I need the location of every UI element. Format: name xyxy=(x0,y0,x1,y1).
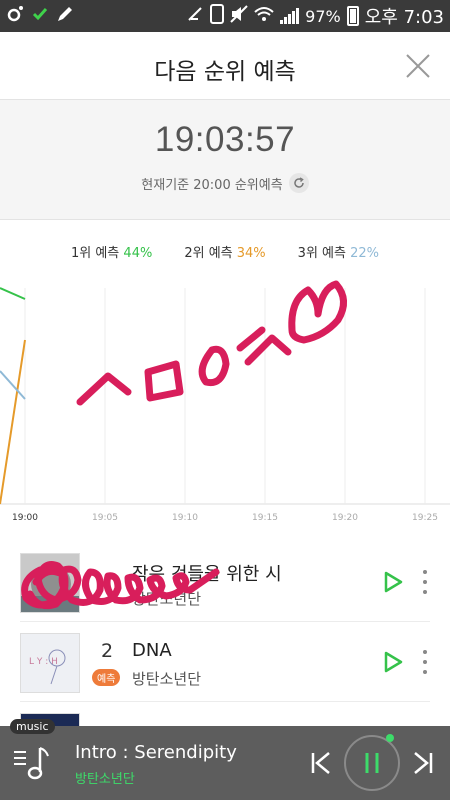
legend-item-3: 3위 예측 22% xyxy=(298,242,379,261)
list-item[interactable]: L Y : H 2 예측 DNA 방탄소년단 xyxy=(20,622,430,702)
chart-legend: 1위 예측 44% 2위 예측 34% 3위 예측 22% xyxy=(0,242,450,261)
prediction-basis: 현재기준 20:00 순위예측 xyxy=(0,173,450,193)
play-icon xyxy=(384,651,403,673)
no-notify-icon xyxy=(186,5,204,27)
previous-button[interactable] xyxy=(308,750,334,776)
album-cover: L Y : H xyxy=(20,633,80,693)
more-options-button[interactable] xyxy=(420,570,430,594)
signal-icon xyxy=(280,8,300,24)
legend-item-1: 1위 예측 44% xyxy=(71,242,152,261)
status-left-icons xyxy=(6,4,74,28)
status-time: 오후 7:03 xyxy=(364,7,444,28)
battery-percent: 97% xyxy=(305,6,341,26)
track-title: Intro : Serendipity xyxy=(75,742,237,763)
page-title: 다음 순위 예측 xyxy=(154,59,296,85)
legend-value-3: 22% xyxy=(350,246,380,261)
song-title: 작은 것들을 위한 시 xyxy=(132,564,282,585)
artist-name: 방탄소년단 xyxy=(132,590,202,608)
x-tick-label: 19:10 xyxy=(172,513,198,523)
x-tick-label: 19:00 xyxy=(12,513,38,523)
legend-value-2: 34% xyxy=(236,246,266,261)
x-tick-label: 19:25 xyxy=(412,513,438,523)
chart-svg: 19:00 19:05 19:10 19:15 19:20 19:25 xyxy=(0,287,450,523)
mute-icon xyxy=(230,5,248,27)
more-dot xyxy=(423,650,427,654)
legend-item-2: 2위 예측 34% xyxy=(184,242,265,261)
x-tick-label: 19:15 xyxy=(252,513,278,523)
x-tick-label: 19:05 xyxy=(92,513,118,523)
refresh-button[interactable] xyxy=(288,173,309,193)
refresh-icon xyxy=(293,177,304,188)
close-button[interactable] xyxy=(404,52,432,80)
pause-icon xyxy=(365,753,379,773)
more-dot xyxy=(423,570,427,574)
progress-indicator xyxy=(386,734,394,742)
music-tag: music xyxy=(10,719,55,734)
next-button[interactable] xyxy=(410,750,436,776)
prediction-chart: 19:00 19:05 19:10 19:15 19:20 19:25 xyxy=(0,266,450,530)
legend-label-3: 3위 예측 xyxy=(297,246,346,261)
legend-label-1: 1위 예측 xyxy=(70,246,120,261)
rank-number: 2 xyxy=(100,640,114,662)
track-artist: 방탄소년단 xyxy=(75,772,135,787)
playlist-music-icon xyxy=(14,747,49,780)
pen-icon xyxy=(56,5,74,27)
circle-dot-icon xyxy=(6,5,24,27)
artist-name: 방탄소년단 xyxy=(132,670,202,688)
status-bar: 97% 오후 7:03 xyxy=(0,0,450,32)
song-title: DNA xyxy=(132,640,172,661)
play-button[interactable] xyxy=(382,571,404,593)
battery-icon xyxy=(346,6,359,26)
x-tick-label: 19:20 xyxy=(332,513,358,523)
previous-icon xyxy=(311,752,330,774)
series-line-1 xyxy=(0,287,26,300)
next-icon xyxy=(414,752,433,774)
prediction-badge: 예측 xyxy=(92,669,121,686)
countdown-panel: 19:03:57 현재기준 20:00 순위예측 xyxy=(0,100,450,220)
more-dot xyxy=(423,670,427,674)
mini-player: music Intro : Serendipity 방탄소년단 xyxy=(0,719,450,800)
album-cover xyxy=(20,553,80,613)
header: 다음 순위 예측 xyxy=(0,32,450,100)
legend-value-1: 44% xyxy=(123,246,153,261)
play-button[interactable] xyxy=(382,651,404,673)
more-options-button[interactable] xyxy=(420,650,430,674)
current-time: 19:03:57 xyxy=(154,120,296,159)
playlist-button[interactable] xyxy=(10,742,52,784)
phone-icon xyxy=(210,4,225,28)
legend-label-2: 2위 예측 xyxy=(184,246,233,261)
more-dot xyxy=(423,590,427,594)
pause-button[interactable] xyxy=(344,734,400,791)
check-icon xyxy=(32,6,48,26)
close-icon xyxy=(406,54,430,78)
more-dot xyxy=(423,580,427,584)
more-dot xyxy=(423,660,427,664)
wifi-icon xyxy=(254,6,274,26)
series-line-2 xyxy=(0,339,26,505)
list-item[interactable]: 작은 것들을 위한 시 방탄소년단 xyxy=(20,542,430,622)
play-icon xyxy=(384,571,403,593)
series-line-3 xyxy=(0,370,26,400)
status-right-icons: 97% 오후 7:03 xyxy=(186,4,444,28)
basis-text: 현재기준 20:00 순위예측 xyxy=(141,177,283,193)
